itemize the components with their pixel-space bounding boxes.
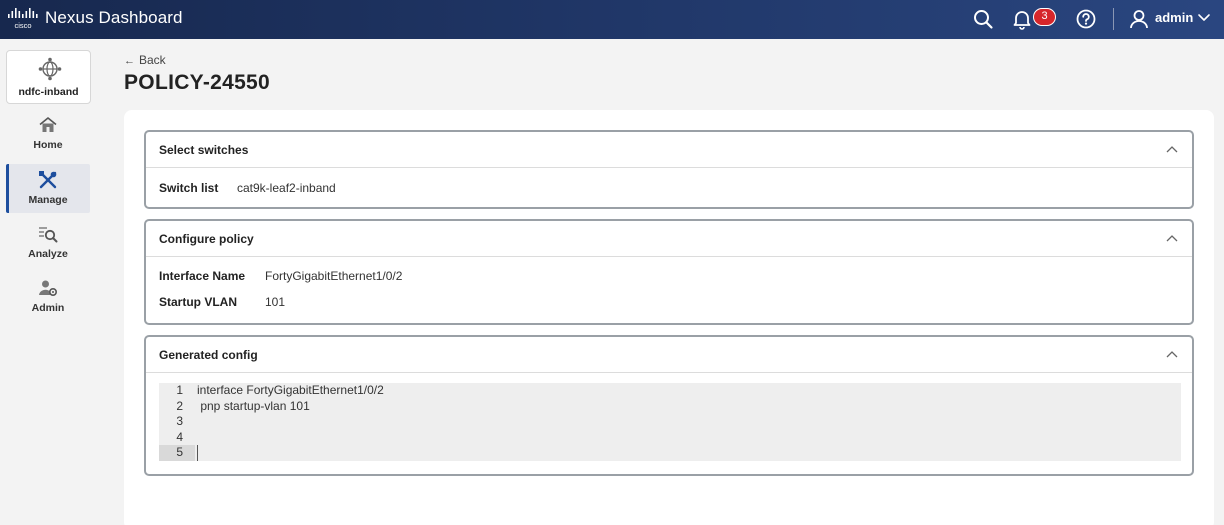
search-icon[interactable]: [972, 8, 994, 30]
chevron-up-icon[interactable]: [1166, 350, 1178, 358]
svg-text:cisco: cisco: [14, 21, 31, 30]
admin-icon: [39, 280, 58, 297]
sidebar-item-home[interactable]: Home: [6, 109, 90, 158]
section-header[interactable]: Generated config: [146, 337, 1192, 373]
section-title: Configure policy: [159, 232, 254, 246]
switch-list-label: Switch list: [159, 181, 219, 195]
switch-list-value: cat9k-leaf2-inband: [237, 181, 336, 195]
configure-policy-section: Configure policy Interface Name FortyGig…: [144, 219, 1194, 325]
interface-name-label: Interface Name: [159, 269, 246, 283]
line-number: 1: [176, 383, 183, 397]
interface-name-value: FortyGigabitEthernet1/0/2: [265, 269, 403, 283]
page-title: POLICY-24550: [124, 71, 271, 94]
site-name: ndfc-inband: [18, 86, 79, 98]
section-header[interactable]: Configure policy: [146, 221, 1192, 257]
back-label: Back: [139, 53, 166, 67]
sidebar-item-label: Manage: [28, 194, 68, 206]
globe-network-icon: [38, 57, 62, 81]
analyze-icon: [39, 227, 58, 243]
select-switches-section: Select switches Switch list cat9k-leaf2-…: [144, 130, 1194, 209]
startup-vlan-label: Startup VLAN: [159, 295, 237, 309]
chevron-down-icon[interactable]: [1197, 10, 1211, 24]
home-icon: [39, 117, 57, 132]
app-title: Nexus Dashboard: [45, 8, 183, 27]
user-menu-label[interactable]: admin: [1155, 10, 1193, 25]
arrow-left-icon: ←: [124, 55, 135, 67]
sidebar-item-manage[interactable]: Manage: [6, 164, 90, 213]
bell-icon[interactable]: [1011, 8, 1033, 30]
generated-config-section: Generated config 1 2 3 4 5 interface For…: [144, 335, 1194, 476]
notification-badge[interactable]: 3: [1033, 8, 1056, 26]
top-bar: cisco Nexus Dashboard 3 admin: [0, 0, 1224, 39]
code-line: pnp startup-vlan 101: [197, 398, 310, 413]
toolbar-divider: [1113, 8, 1114, 30]
config-editor[interactable]: 1 2 3 4 5 interface FortyGigabitEthernet…: [159, 383, 1181, 461]
startup-vlan-value: 101: [265, 295, 286, 309]
sidebar-item-label: Home: [33, 139, 63, 151]
sidebar-item-label: Admin: [31, 302, 65, 314]
help-icon[interactable]: [1075, 8, 1097, 30]
chevron-up-icon[interactable]: [1166, 234, 1178, 242]
cisco-logo: cisco: [8, 8, 38, 30]
text-caret: [197, 445, 198, 461]
sidebar-item-label: Analyze: [28, 248, 68, 260]
section-title: Select switches: [159, 143, 249, 157]
sidebar-item-analyze[interactable]: Analyze: [6, 218, 90, 267]
sidebar: ndfc-inband Home Manage Analyze Admin: [0, 39, 97, 525]
main-panel: Select switches Switch list cat9k-leaf2-…: [124, 110, 1214, 525]
chevron-up-icon[interactable]: [1166, 145, 1178, 153]
back-link[interactable]: ← Back: [124, 53, 166, 67]
section-title: Generated config: [159, 348, 258, 362]
line-number-gutter: 1 2 3 4 5: [159, 383, 195, 461]
line-number-current: 5: [159, 445, 195, 461]
sidebar-item-admin[interactable]: Admin: [6, 272, 90, 321]
section-header[interactable]: Select switches: [146, 132, 1192, 168]
site-selector[interactable]: ndfc-inband: [6, 50, 91, 104]
code-line: interface FortyGigabitEthernet1/0/2: [197, 383, 384, 397]
user-icon[interactable]: [1128, 8, 1150, 30]
tools-icon: [39, 171, 57, 189]
line-number: 4: [176, 429, 183, 444]
line-number: 3: [176, 414, 183, 428]
line-number: 2: [176, 398, 183, 413]
